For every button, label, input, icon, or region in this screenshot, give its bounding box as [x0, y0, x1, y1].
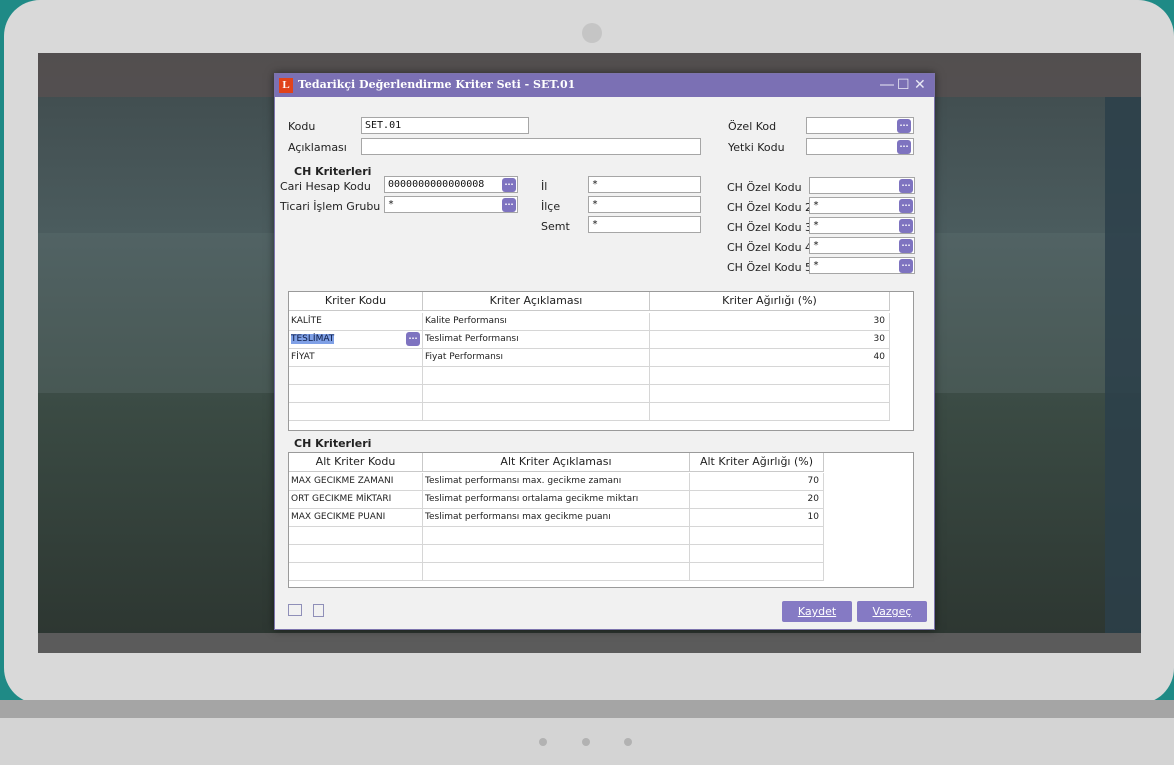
ozel-kod-label: Özel Kod [728, 120, 777, 133]
column-header[interactable]: Kriter Açıklaması [423, 292, 650, 311]
ch-ozel-kod-3-lookup-icon[interactable]: ... [899, 219, 913, 233]
column-header[interactable]: Kriter Kodu [289, 292, 423, 311]
empty-cell[interactable] [423, 563, 690, 581]
table-cell[interactable]: 30 [650, 331, 890, 349]
close-icon[interactable]: ✕ [914, 76, 926, 94]
maximize-icon[interactable]: ☐ [897, 76, 910, 94]
ch-ozel-kod-5-label: CH Özel Kodu 5 [727, 261, 813, 274]
table-cell[interactable]: FİYAT [289, 349, 423, 367]
criteria-set-dialog: L Tedarikçi Değerlendirme Kriter Seti - … [274, 73, 935, 630]
ch-section-title: CH Kriterleri [294, 165, 372, 178]
ch-ozel-kod-5-lookup-icon[interactable]: ... [899, 259, 913, 273]
criteria-lookup-icon[interactable]: ... [406, 332, 420, 346]
save-button[interactable]: Kaydet [782, 601, 852, 622]
ticari-grup-field[interactable]: * [384, 196, 518, 213]
table-cell[interactable]: 20 [690, 491, 824, 509]
book-icon[interactable] [288, 604, 302, 616]
indicator-dot [624, 738, 632, 746]
table-cell[interactable]: ORT GECIKME MİKTARI [289, 491, 423, 509]
empty-cell[interactable] [690, 545, 824, 563]
column-header[interactable]: Kriter Ağırlığı (%) [650, 292, 890, 311]
title-bar: L Tedarikçi Değerlendirme Kriter Seti - … [275, 74, 934, 97]
empty-cell[interactable] [423, 527, 690, 545]
il-field[interactable]: * [588, 176, 701, 193]
ch-ozel-kod-label: CH Özel Kodu [727, 181, 802, 194]
window-title: Tedarikçi Değerlendirme Kriter Seti - SE… [298, 78, 576, 91]
empty-cell[interactable] [289, 403, 423, 421]
ch-ozel-kod-3-label: CH Özel Kodu 3 [727, 221, 813, 234]
empty-cell[interactable] [289, 385, 423, 403]
ilce-label: İlçe [541, 200, 561, 213]
table-cell[interactable]: Teslimat Performansı [423, 331, 650, 349]
table-cell[interactable]: Teslimat performansı max gecikme puanı [423, 509, 690, 527]
ch-ozel-kod-2-lookup-icon[interactable]: ... [899, 199, 913, 213]
empty-cell[interactable] [650, 385, 890, 403]
ch-ozel-kod-4-label: CH Özel Kodu 4 [727, 241, 813, 254]
blurred-taskbar [38, 633, 1141, 653]
cancel-button[interactable]: Vazgeç [857, 601, 927, 622]
cancel-button-label: Vazgeç [872, 605, 912, 618]
ticari-grup-lookup-icon[interactable]: ... [502, 198, 516, 212]
semt-field[interactable]: * [588, 216, 701, 233]
empty-cell[interactable] [289, 545, 423, 563]
empty-cell[interactable] [423, 545, 690, 563]
table-cell[interactable]: Teslimat performansı ortalama gecikme mi… [423, 491, 690, 509]
table-cell[interactable]: MAX GECIKME PUANI [289, 509, 423, 527]
ozel-kod-lookup-icon[interactable]: ... [897, 119, 911, 133]
table-cell-selected[interactable]: TESLİMAT [289, 331, 423, 349]
sub-section-title: CH Kriterleri [294, 437, 372, 450]
empty-cell[interactable] [289, 527, 423, 545]
table-cell[interactable]: 40 [650, 349, 890, 367]
document-icon[interactable] [313, 604, 324, 617]
indicator-dot [539, 738, 547, 746]
empty-cell[interactable] [289, 563, 423, 581]
save-button-label: Kaydet [797, 605, 837, 618]
cari-hesap-label: Cari Hesap Kodu [280, 180, 371, 193]
column-header[interactable]: Alt Kriter Açıklaması [423, 453, 690, 472]
cari-hesap-lookup-icon[interactable]: ... [502, 178, 516, 192]
kodu-label: Kodu [288, 120, 316, 133]
ticari-grup-label: Ticari İşlem Grubu [280, 200, 381, 213]
ch-ozel-kod-4-lookup-icon[interactable]: ... [899, 239, 913, 253]
semt-label: Semt [541, 220, 570, 233]
table-cell[interactable]: Kalite Performansı [423, 313, 650, 331]
yetki-kodu-lookup-icon[interactable]: ... [897, 140, 911, 154]
yetki-kodu-label: Yetki Kodu [728, 141, 785, 154]
kodu-field[interactable]: SET.01 [361, 117, 529, 134]
aciklama-label: Açıklaması [288, 141, 347, 154]
empty-cell[interactable] [650, 367, 890, 385]
sub-criteria-table: Alt Kriter Kodu Alt Kriter Açıklaması Al… [288, 452, 914, 588]
ch-ozel-kod-2-label: CH Özel Kodu 2 [727, 201, 813, 214]
logo-icon: L [279, 78, 293, 93]
column-header[interactable]: Alt Kriter Kodu [289, 453, 423, 472]
minimize-icon[interactable]: ― [880, 76, 894, 94]
empty-cell[interactable] [423, 367, 650, 385]
empty-cell[interactable] [650, 403, 890, 421]
laptop-hinge [0, 700, 1174, 718]
column-header[interactable]: Alt Kriter Ağırlığı (%) [690, 453, 824, 472]
il-label: İl [541, 180, 548, 193]
criteria-table: Kriter Kodu Kriter Açıklaması Kriter Ağı… [288, 291, 914, 431]
ilce-field[interactable]: * [588, 196, 701, 213]
empty-cell[interactable] [289, 367, 423, 385]
indicator-dot [582, 738, 590, 746]
empty-cell[interactable] [423, 403, 650, 421]
empty-cell[interactable] [690, 563, 824, 581]
camera-dot [582, 23, 602, 43]
ch-ozel-kod-lookup-icon[interactable]: ... [899, 179, 913, 193]
table-cell[interactable]: Teslimat performansı max. gecikme zamanı [423, 473, 690, 491]
table-cell[interactable]: KALİTE [289, 313, 423, 331]
empty-cell[interactable] [423, 385, 650, 403]
empty-cell[interactable] [690, 527, 824, 545]
table-cell[interactable]: Fiyat Performansı [423, 349, 650, 367]
table-cell[interactable]: MAX GECIKME ZAMANI [289, 473, 423, 491]
blurred-sidebar [1105, 97, 1141, 633]
table-cell[interactable]: 30 [650, 313, 890, 331]
selected-text: TESLİMAT [291, 334, 335, 344]
aciklama-field[interactable] [361, 138, 701, 155]
table-cell[interactable]: 70 [690, 473, 824, 491]
table-cell[interactable]: 10 [690, 509, 824, 527]
cari-hesap-field[interactable]: 0000000000000008 [384, 176, 518, 193]
